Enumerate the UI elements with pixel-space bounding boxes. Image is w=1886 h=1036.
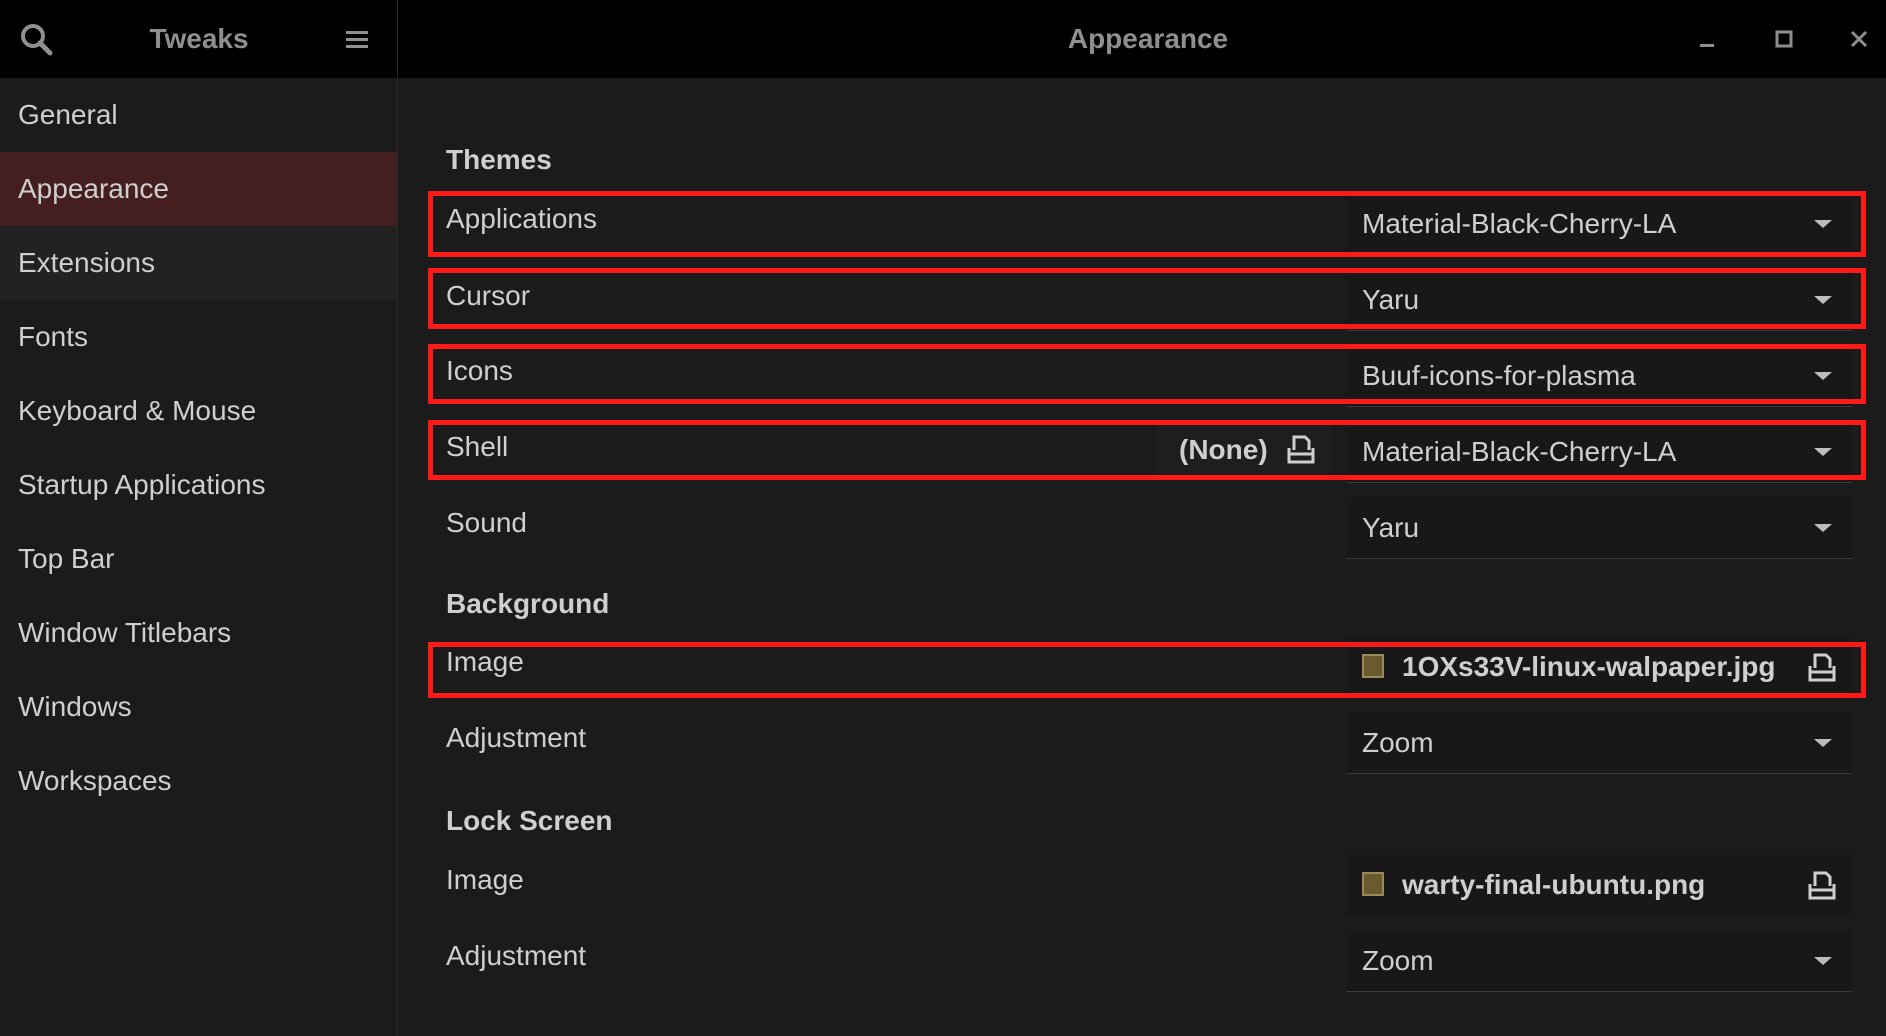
sidebar-item-workspaces[interactable]: Workspaces [0, 744, 397, 818]
icons-theme-value: Buuf-icons-for-plasma [1362, 360, 1636, 391]
sidebar-item-appearance[interactable]: Appearance [0, 152, 397, 226]
shell-label: Shell [446, 431, 509, 462]
sidebar-item-fonts[interactable]: Fonts [0, 300, 397, 374]
hamburger-menu-icon [346, 31, 368, 48]
sidebar-title: Tweaks [149, 23, 249, 54]
background-image-chooser[interactable]: 1OXs33V-linux-walpaper.jpg [1346, 636, 1852, 698]
applications-theme-dropdown[interactable]: Material-Black-Cherry-LA [1346, 193, 1852, 255]
lock-screen-adjustment-value: Zoom [1362, 945, 1434, 976]
cursor-theme-value: Yaru [1362, 284, 1420, 315]
icons-label: Icons [446, 355, 513, 386]
close-button[interactable] [1842, 22, 1876, 56]
sound-theme-dropdown[interactable]: Yaru [1346, 497, 1852, 559]
lock-screen-image-chooser[interactable]: warty-final-ubuntu.png [1346, 854, 1852, 916]
image-file-icon [1362, 872, 1384, 896]
document-open-icon [1808, 871, 1836, 900]
background-image-label: Image [446, 646, 524, 677]
sidebar-item-startup-applications[interactable]: Startup Applications [0, 448, 397, 522]
menu-button[interactable] [342, 24, 374, 56]
sidebar-item-keyboard-mouse[interactable]: Keyboard & Mouse [0, 374, 397, 448]
minimize-button[interactable] [1690, 22, 1724, 56]
lock-screen-section-title: Lock Screen [446, 805, 613, 836]
applications-label: Applications [446, 203, 597, 234]
shell-file-button[interactable]: (None) [1155, 422, 1331, 478]
search-icon [21, 24, 53, 56]
sidebar-item-extensions[interactable]: Extensions [0, 226, 397, 300]
sidebar: General Appearance Extensions Fonts Keyb… [0, 78, 398, 1036]
sidebar-item-top-bar[interactable]: Top Bar [0, 522, 397, 596]
search-button[interactable] [18, 21, 56, 59]
maximize-button[interactable] [1767, 22, 1801, 56]
appearance-panel: Themes Applications Material-Black-Cherr… [399, 78, 1886, 1036]
themes-section-title: Themes [446, 144, 552, 175]
sound-label: Sound [446, 507, 527, 538]
chevron-down-icon [1814, 957, 1832, 965]
applications-theme-value: Material-Black-Cherry-LA [1362, 208, 1677, 239]
tweaks-window: Tweaks Appearance General Appearance Ext… [0, 0, 1886, 1036]
chevron-down-icon [1814, 448, 1832, 456]
chevron-down-icon [1814, 296, 1832, 304]
background-adjustment-value: Zoom [1362, 727, 1434, 758]
lock-screen-adjustment-dropdown[interactable]: Zoom [1346, 930, 1852, 992]
image-file-icon [1362, 654, 1384, 678]
sound-theme-value: Yaru [1362, 512, 1420, 543]
background-section-title: Background [446, 588, 610, 619]
sidebar-item-windows[interactable]: Windows [0, 670, 397, 744]
shell-none-label: (None) [1179, 434, 1268, 465]
chevron-down-icon [1814, 372, 1832, 380]
background-image-filename: 1OXs33V-linux-walpaper.jpg [1402, 651, 1776, 682]
cursor-theme-dropdown[interactable]: Yaru [1346, 269, 1852, 331]
shell-theme-value: Material-Black-Cherry-LA [1362, 436, 1677, 467]
cursor-label: Cursor [446, 280, 531, 311]
close-icon [1850, 30, 1868, 48]
lock-screen-adjustment-label: Adjustment [446, 940, 587, 971]
sidebar-item-window-titlebars[interactable]: Window Titlebars [0, 596, 397, 670]
window-title: Appearance [1067, 23, 1229, 54]
lock-screen-image-filename: warty-final-ubuntu.png [1402, 869, 1706, 900]
document-open-icon [1287, 435, 1315, 464]
chevron-down-icon [1814, 739, 1832, 747]
chevron-down-icon [1814, 524, 1832, 532]
sidebar-item-general[interactable]: General [0, 78, 397, 152]
title-bar: Tweaks Appearance [0, 0, 1886, 78]
shell-theme-dropdown[interactable]: Material-Black-Cherry-LA [1346, 421, 1852, 483]
lock-screen-image-label: Image [446, 864, 524, 895]
chevron-down-icon [1814, 220, 1832, 228]
document-open-icon [1808, 653, 1836, 682]
icons-theme-dropdown[interactable]: Buuf-icons-for-plasma [1346, 345, 1852, 407]
background-adjustment-dropdown[interactable]: Zoom [1346, 712, 1852, 774]
sidebar-header: Tweaks [0, 0, 398, 78]
maximize-icon [1775, 30, 1793, 48]
background-adjustment-label: Adjustment [446, 722, 587, 753]
minimize-icon [1700, 44, 1714, 47]
